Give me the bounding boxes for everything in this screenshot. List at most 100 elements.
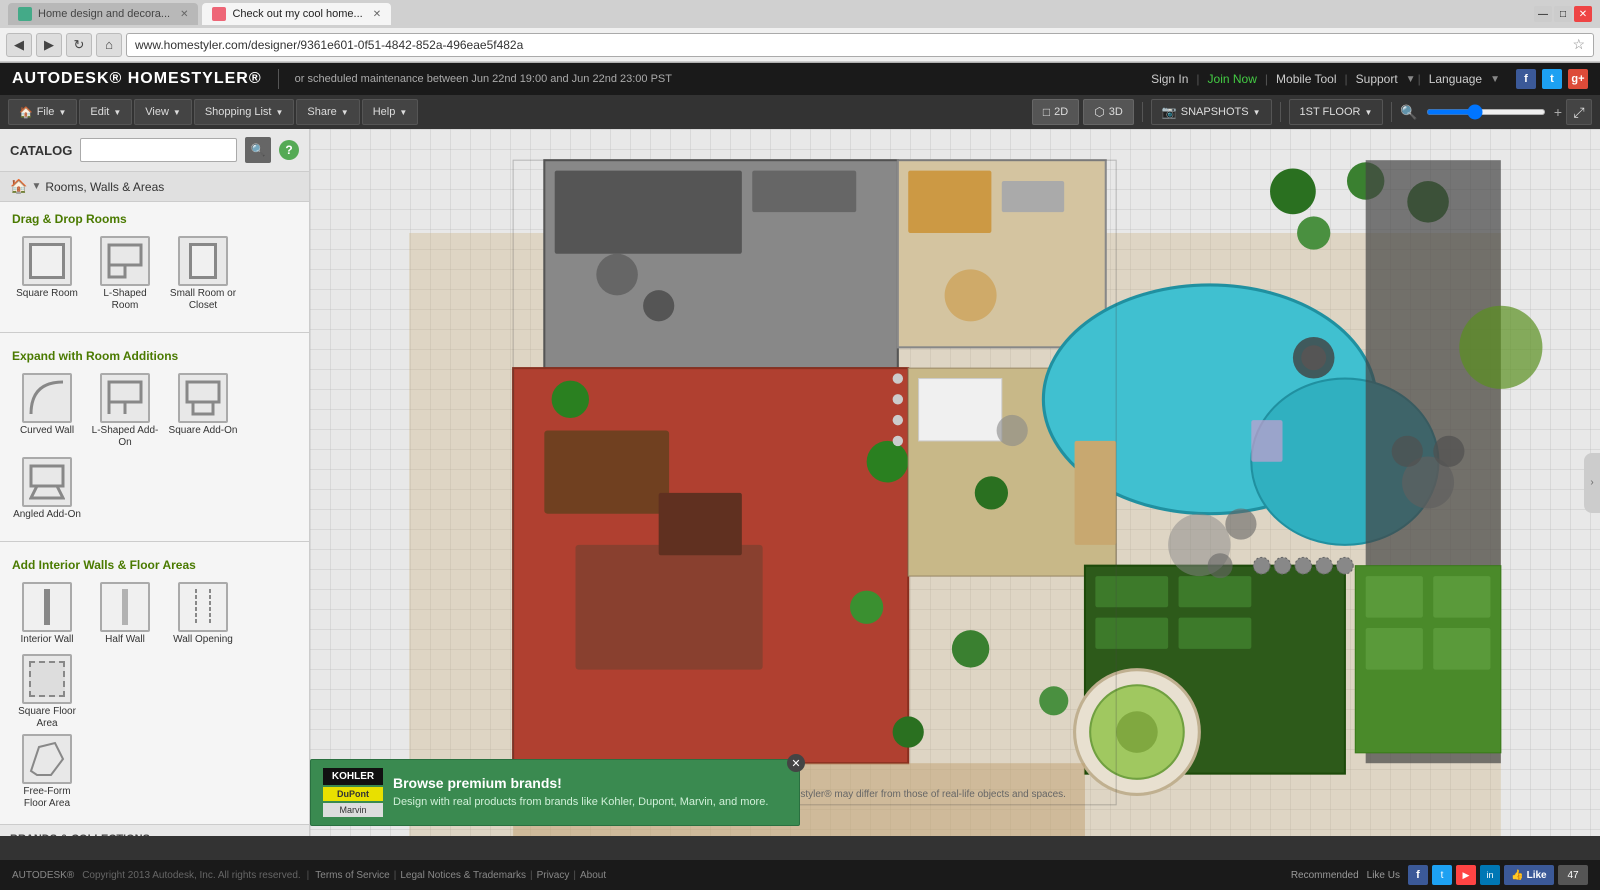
zoom-out-icon[interactable]: 🔍 [1400, 104, 1417, 121]
view-menu[interactable]: View ▼ [134, 99, 192, 125]
footer-right: Recommended Like Us f t ▶ in 👍 Like 47 [1291, 865, 1588, 885]
l-shaped-room-item[interactable]: L-Shaped Room [90, 236, 160, 312]
freeform-floor-item[interactable]: Free-Form Floor Area [12, 734, 82, 810]
join-now-link[interactable]: Join Now [1202, 72, 1263, 86]
home-icon: 🏠 [19, 106, 33, 119]
refresh-button[interactable]: ↻ [66, 33, 92, 57]
canvas-area[interactable]: 0 8'0" 16'0" 24'0" 32'0" and other featu… [310, 129, 1600, 836]
l-shaped-addon-label: L-Shaped Add-On [90, 425, 160, 449]
breadcrumb-category: Rooms, Walls & Areas [45, 180, 164, 194]
shopping-list-menu[interactable]: Shopping List ▼ [194, 99, 295, 125]
catalog-search-button[interactable]: 🔍 [245, 137, 271, 163]
footer-twitter-icon[interactable]: t [1432, 865, 1452, 885]
interior-wall-item[interactable]: Interior Wall [12, 582, 82, 646]
privacy-link[interactable]: Privacy [537, 870, 570, 881]
dupont-logo: DuPont [323, 787, 383, 801]
small-room-label: Small Room or Closet [168, 288, 238, 312]
window-minimize[interactable]: — [1534, 6, 1552, 22]
breadcrumb-arrow: ▼ [31, 181, 41, 192]
about-link[interactable]: About [580, 870, 606, 881]
like-us-text: Like Us [1367, 870, 1400, 881]
snapshots-button[interactable]: 📷 SNAPSHOTS ▼ [1151, 99, 1272, 125]
zoom-slider[interactable] [1426, 109, 1546, 115]
drag-drop-rooms-grid: Square Room L-Shaped Room Small [12, 236, 297, 312]
small-room-item[interactable]: Small Room or Closet [168, 236, 238, 312]
help-menu[interactable]: Help ▼ [362, 99, 419, 125]
sign-in-link[interactable]: Sign In [1145, 72, 1194, 86]
twitter-icon[interactable]: t [1542, 69, 1562, 89]
language-link[interactable]: Language [1423, 72, 1488, 86]
facebook-icon[interactable]: f [1516, 69, 1536, 89]
tab-2-favicon [212, 7, 226, 21]
interior-wall-icon [22, 582, 72, 632]
freeform-floor-label: Free-Form Floor Area [12, 786, 82, 810]
window-maximize[interactable]: □ [1554, 6, 1572, 22]
tab-2-label: Check out my cool home... [232, 8, 362, 20]
catalog-help-button[interactable]: ? [279, 140, 299, 160]
half-wall-item[interactable]: Half Wall [90, 582, 160, 646]
tab-1-favicon [18, 7, 32, 21]
zoom-in-icon[interactable]: + [1554, 104, 1562, 120]
google-plus-icon[interactable]: g+ [1568, 69, 1588, 89]
view-3d-button[interactable]: ⬡ 3D [1083, 99, 1134, 125]
recommended-text: Recommended [1291, 870, 1359, 881]
address-bar[interactable]: www.homestyler.com/designer/9361e601-0f5… [126, 33, 1594, 57]
sq-floor-item[interactable]: Square Floor Area [12, 654, 82, 730]
l-shaped-addon-item[interactable]: L-Shaped Add-On [90, 373, 160, 449]
footer-linkedin-icon[interactable]: in [1480, 865, 1500, 885]
file-menu[interactable]: 🏠 File ▼ [8, 99, 77, 125]
ad-banner: ✕ KOHLER DuPont Marvin Browse premium br… [310, 759, 800, 826]
wall-opening-item[interactable]: Wall Opening [168, 582, 238, 646]
curved-wall-item[interactable]: Curved Wall [12, 373, 82, 449]
half-wall-label: Half Wall [105, 634, 145, 646]
canvas-background: 0 8'0" 16'0" 24'0" 32'0" and other featu… [310, 129, 1600, 836]
catalog-search-input[interactable] [80, 138, 237, 162]
floor-selector[interactable]: 1ST FLOOR ▼ [1289, 99, 1384, 125]
angled-addon-item[interactable]: Angled Add-On [12, 457, 82, 521]
footer-facebook-icon[interactable]: f [1408, 865, 1428, 885]
ad-close-button[interactable]: ✕ [787, 754, 805, 772]
wall-opening-label: Wall Opening [173, 634, 233, 646]
square-addon-icon [178, 373, 228, 423]
catalog-title: CATALOG [10, 143, 72, 158]
tab-1[interactable]: Home design and decora... ✕ [8, 3, 198, 25]
room-additions-title: Expand with Room Additions [12, 349, 297, 363]
right-scroll-indicator[interactable]: › [1584, 453, 1600, 513]
tab-1-close[interactable]: ✕ [180, 9, 188, 20]
breadcrumb-home-icon[interactable]: 🏠 [10, 178, 27, 195]
floor-plan-svg[interactable] [310, 129, 1600, 836]
address-text: www.homestyler.com/designer/9361e601-0f5… [135, 38, 523, 52]
footer-social: f t ▶ in 👍 Like 47 [1408, 865, 1588, 885]
interior-wall-label: Interior Wall [21, 634, 74, 646]
app-logo: AUTODESK® HOMESTYLER® [12, 70, 262, 88]
interior-walls-grid: Interior Wall Half Wall Wall Op [12, 582, 297, 730]
tab-2-close[interactable]: ✕ [373, 9, 381, 20]
view-2d-button[interactable]: □ 2D [1032, 99, 1079, 125]
footer-youtube-icon[interactable]: ▶ [1456, 865, 1476, 885]
square-room-item[interactable]: Square Room [12, 236, 82, 312]
freeform-floor-icon [22, 734, 72, 784]
fullscreen-button[interactable]: ⤢ [1566, 99, 1592, 125]
half-wall-icon [100, 582, 150, 632]
support-link[interactable]: Support [1350, 72, 1404, 86]
copyright-text: Copyright 2013 Autodesk, Inc. All rights… [82, 870, 300, 881]
autodesk-label: AUTODESK® [12, 870, 74, 881]
mobile-tool-link[interactable]: Mobile Tool [1270, 72, 1342, 86]
legal-link[interactable]: Legal Notices & Trademarks [400, 870, 526, 881]
header-divider [278, 69, 279, 89]
window-close[interactable]: ✕ [1574, 6, 1592, 22]
square-addon-item[interactable]: Square Add-On [168, 373, 238, 449]
angled-addon-icon [22, 457, 72, 507]
status-bar [0, 836, 1600, 860]
bookmark-icon: ☆ [1572, 36, 1585, 53]
back-button[interactable]: ◀ [6, 33, 32, 57]
home-button[interactable]: ⌂ [96, 33, 122, 57]
edit-menu[interactable]: Edit ▼ [79, 99, 132, 125]
tab-2[interactable]: Check out my cool home... ✕ [202, 3, 391, 25]
small-room-icon [178, 236, 228, 286]
terms-link[interactable]: Terms of Service [315, 870, 389, 881]
forward-button[interactable]: ▶ [36, 33, 62, 57]
footer-like-button[interactable]: 👍 Like [1504, 865, 1554, 885]
sq-floor-label: Square Floor Area [12, 706, 82, 730]
share-menu[interactable]: Share ▼ [296, 99, 359, 125]
